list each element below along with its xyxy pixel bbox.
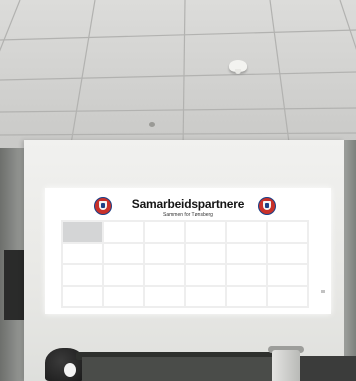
- dark-equipment: [300, 356, 356, 381]
- waste-bin: [272, 350, 300, 381]
- grid-cell: [103, 264, 144, 286]
- grid-cell: [226, 242, 267, 264]
- grid-cell: [103, 285, 144, 307]
- chair-highlight: [64, 363, 76, 377]
- grid-cell: [144, 285, 185, 307]
- grid-cell: [267, 221, 308, 243]
- partner-logo-grid: [61, 220, 309, 308]
- grid-cell: [267, 285, 308, 307]
- grid-cell: [62, 264, 103, 286]
- grid-cell: [144, 221, 185, 243]
- ceiling-tile-grid: [0, 0, 356, 150]
- grid-cell: [267, 242, 308, 264]
- smoke-detector: [229, 60, 247, 74]
- table-base: [82, 357, 278, 381]
- sprinkler-head: [149, 122, 155, 127]
- grid-cell: [185, 221, 226, 243]
- grid-cell: [144, 242, 185, 264]
- board-subtitle: Sammen for Tønsberg: [163, 212, 213, 218]
- left-doorway: [4, 250, 24, 320]
- ceiling: [0, 0, 356, 150]
- grid-cell: [144, 264, 185, 286]
- grid-cell: [267, 264, 308, 286]
- office-scene: Samarbeidspartnere Sammen for Tønsberg: [0, 0, 356, 381]
- grid-cell: [62, 285, 103, 307]
- grid-cell: [185, 242, 226, 264]
- grid-cell: [185, 264, 226, 286]
- grid-cell: [226, 221, 267, 243]
- highlighted-grid-cell: [62, 221, 103, 243]
- grid-cell: [185, 285, 226, 307]
- grid-cell: [62, 242, 103, 264]
- board-corner-mark: [321, 290, 325, 293]
- grid-cell: [226, 285, 267, 307]
- grid-cell: [226, 264, 267, 286]
- projected-partner-board: Samarbeidspartnere Sammen for Tønsberg: [45, 188, 331, 314]
- grid-cell: [103, 221, 144, 243]
- grid-cell: [103, 242, 144, 264]
- board-title: Samarbeidspartnere: [131, 197, 245, 211]
